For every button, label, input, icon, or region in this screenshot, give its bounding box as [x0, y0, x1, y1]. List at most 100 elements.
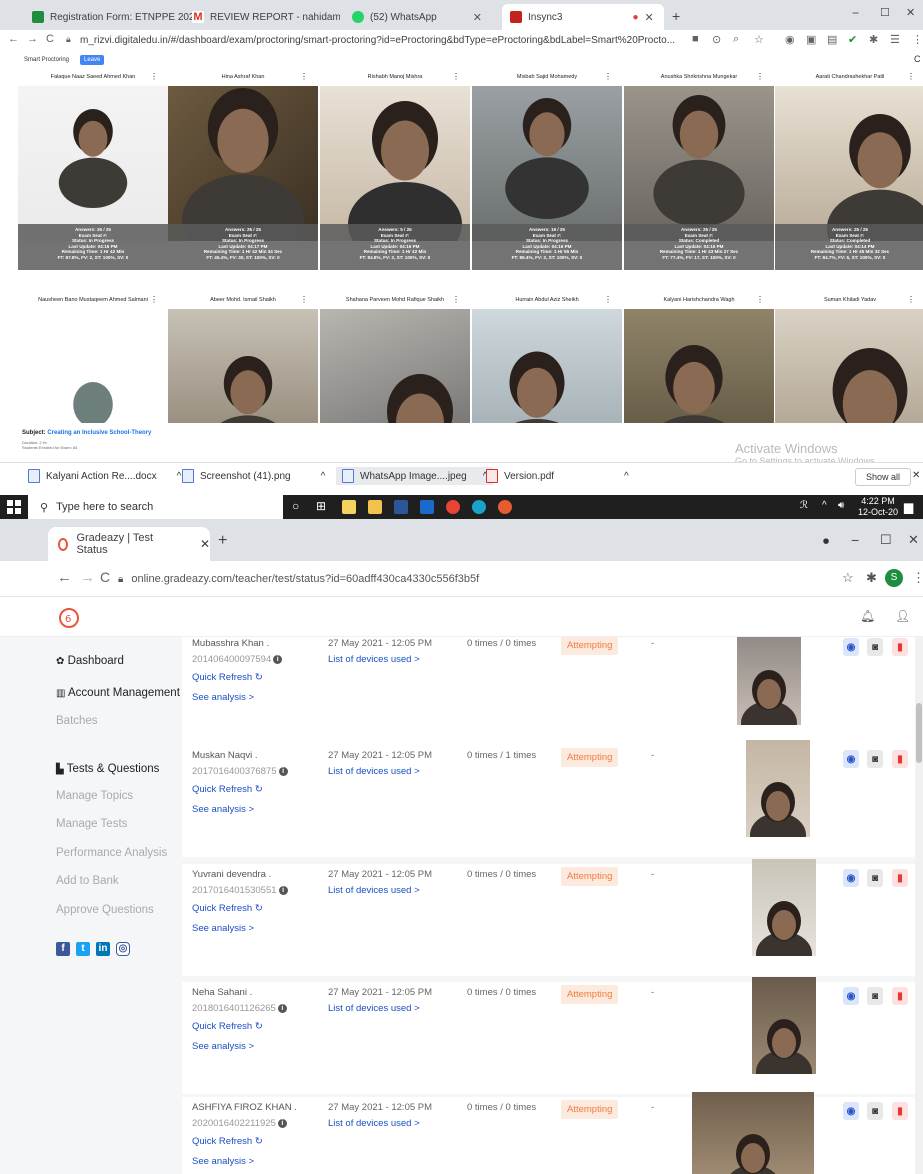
tile-menu-icon[interactable]: ⋮ — [756, 70, 764, 84]
sidebar-item-tests-questions[interactable]: ▙ Tests & Questions — [56, 763, 159, 775]
student-video-tile[interactable]: Hina Ashraf Khan ⋮ Answers: 25 / 25 Exam Se… — [168, 70, 318, 290]
download-item[interactable]: Kalyani Action Re....docx ^ — [28, 469, 181, 483]
tile-menu-icon[interactable]: ⋮ — [756, 293, 764, 307]
tile-menu-icon[interactable]: ⋮ — [907, 70, 915, 84]
maximize-button[interactable]: ☐ — [880, 6, 890, 19]
check-icon[interactable]: ✔ — [848, 33, 857, 46]
media-icon[interactable] — [498, 500, 512, 514]
reload-icon[interactable]: C — [46, 33, 54, 45]
task-view-icon[interactable]: ⊞ — [316, 499, 326, 513]
menu-icon[interactable]: ☰ — [890, 33, 900, 46]
file-explorer-icon[interactable] — [368, 500, 382, 514]
more-icon[interactable]: ⋮ — [912, 33, 923, 46]
view-button[interactable]: ◉ — [843, 987, 859, 1005]
download-item[interactable]: WhatsApp Image....jpeg ^ — [336, 467, 494, 485]
devices-link[interactable]: List of devices used > — [328, 885, 420, 896]
see-analysis-link[interactable]: See analysis > — [192, 1041, 254, 1052]
student-video-tile[interactable]: Nausheen Bano Mustaqeem Ahmed Salmani ⋮ — [18, 293, 168, 423]
back-icon[interactable]: ← — [57, 569, 72, 586]
devices-link[interactable]: List of devices used > — [328, 654, 420, 665]
tile-menu-icon[interactable]: ⋮ — [604, 293, 612, 307]
delete-button[interactable]: ▮ — [892, 750, 908, 768]
devices-link[interactable]: List of devices used > — [328, 1003, 420, 1014]
chevron-up-icon[interactable]: ^ — [624, 471, 629, 482]
star-icon[interactable]: ☆ — [754, 33, 764, 46]
student-video-tile[interactable]: Rishabh Manoj Mishra ⋮ Answers: 5 / 25 Exam… — [320, 70, 470, 290]
tile-menu-icon[interactable]: ⋮ — [604, 70, 612, 84]
sidebar-item-performance-analysis[interactable]: Performance Analysis — [56, 847, 167, 859]
student-video-tile[interactable]: Abeer Mohd. Ismail Shaikh ⋮ — [168, 293, 318, 423]
profile-avatar[interactable]: S — [885, 569, 903, 587]
maximize-button[interactable]: ☐ — [880, 532, 892, 548]
sidebar-item-dashboard[interactable]: ✿ Dashboard — [56, 655, 124, 667]
recording-icon[interactable]: ⏺ — [823, 534, 829, 549]
back-icon[interactable]: ← — [8, 33, 19, 45]
download-item[interactable]: Version.pdf ^ — [486, 469, 629, 483]
extension-icon[interactable]: ✱ — [866, 570, 877, 586]
camera-button[interactable]: ◙ — [867, 638, 883, 656]
refresh-icon[interactable]: C — [914, 54, 921, 64]
close-icon[interactable]: ✕ — [912, 470, 920, 481]
word-icon[interactable] — [394, 500, 408, 514]
instagram-icon[interactable]: ◎ — [116, 942, 130, 956]
student-snapshot[interactable] — [752, 859, 816, 956]
store-icon[interactable] — [342, 500, 356, 514]
sidebar-item-add-to-bank[interactable]: Add to Bank — [56, 875, 119, 887]
camera-button[interactable]: ◙ — [867, 869, 883, 887]
view-button[interactable]: ◉ — [843, 1102, 859, 1120]
student-video-tile[interactable]: Kalyani Harishchandra Wagh ⋮ — [624, 293, 774, 423]
student-snapshot[interactable] — [746, 740, 810, 837]
quick-refresh-link[interactable]: Quick Refresh ↻ — [192, 672, 263, 683]
tab-gradeazy[interactable]: Gradeazy | Test Status ✕ — [48, 527, 210, 561]
tab-review-report[interactable]: M REVIEW REPORT - nahidamandvi ✕ — [184, 4, 340, 30]
camera-icon[interactable]: ■ — [692, 33, 699, 45]
chevron-up-icon[interactable]: ^ — [321, 471, 326, 482]
sidebar-item-manage-topics[interactable]: Manage Topics — [56, 790, 133, 802]
student-snapshot[interactable] — [752, 977, 816, 1074]
new-tab-button[interactable]: + — [672, 8, 680, 24]
chrome-icon[interactable] — [446, 500, 460, 514]
student-snapshot[interactable] — [737, 637, 801, 725]
quick-refresh-link[interactable]: Quick Refresh ↻ — [192, 1021, 263, 1032]
sidebar-item-batches[interactable]: Batches — [56, 715, 98, 727]
windows-start-icon[interactable] — [7, 500, 21, 514]
tile-menu-icon[interactable]: ⋮ — [300, 70, 308, 84]
people-icon[interactable]: ℛ — [800, 500, 808, 511]
see-analysis-link[interactable]: See analysis > — [192, 804, 254, 815]
student-snapshot[interactable] — [692, 1092, 814, 1174]
download-item[interactable]: Screenshot (41).png ^ — [182, 469, 325, 483]
close-icon[interactable]: ✕ — [645, 11, 654, 24]
bell-icon[interactable]: 🔔︎ — [860, 609, 875, 623]
clock[interactable]: 4:22 PM 12-Oct-20 — [858, 496, 898, 518]
info-icon[interactable]: i — [278, 767, 288, 776]
see-analysis-link[interactable]: See analysis > — [192, 1156, 254, 1167]
camera-button[interactable]: ◙ — [867, 1102, 883, 1120]
tab-registration-form[interactable]: Registration Form: ETNPPE 2020 ✕ — [24, 4, 192, 30]
devices-link[interactable]: List of devices used > — [328, 766, 420, 777]
leave-button[interactable]: Leave — [80, 55, 105, 65]
tile-menu-icon[interactable]: ⋮ — [452, 70, 460, 84]
tab-whatsapp[interactable]: (52) WhatsApp ✕ — [344, 4, 500, 30]
student-video-tile[interactable]: Anushka Shrikrishna Mungekar ⋮ Answers: 25… — [624, 70, 774, 290]
tile-menu-icon[interactable]: ⋮ — [150, 293, 158, 307]
student-video-tile[interactable]: Aarati Chandrashekhar Patil ⋮ Answers: 25 … — [775, 70, 923, 290]
info-icon[interactable]: i — [273, 655, 283, 664]
info-icon[interactable]: i — [277, 1119, 287, 1128]
reload-icon[interactable]: C — [100, 569, 110, 585]
minimize-button[interactable]: − — [852, 6, 859, 20]
edge-icon[interactable] — [472, 500, 486, 514]
student-video-tile[interactable]: Falaque Naaz Saeed Ahmed Khan ⋮ Answers: 2… — [18, 70, 168, 290]
tab-insync[interactable]: Insync3 ● ✕ — [502, 4, 664, 30]
scrollbar[interactable] — [915, 637, 923, 1174]
cortana-icon[interactable]: ○ — [292, 499, 299, 513]
extension-icon[interactable]: ▤ — [827, 33, 837, 46]
delete-button[interactable]: ▮ — [892, 638, 908, 656]
see-analysis-link[interactable]: See analysis > — [192, 923, 254, 934]
photos-icon[interactable] — [420, 500, 434, 514]
url-text[interactable]: m_rizvi.digitaledu.in/#/dashboard/exam/p… — [80, 35, 685, 46]
extension-icon[interactable]: ▣ — [806, 33, 816, 46]
tile-menu-icon[interactable]: ⋮ — [150, 70, 158, 84]
student-video-tile[interactable]: Suman Khiladi Yadav ⋮ — [775, 293, 923, 423]
student-video-tile[interactable]: Misbah Sajid Mohamedy ⋮ Answers: 19 / 25 Ex… — [472, 70, 622, 290]
settings-icon[interactable]: ⊙ — [712, 33, 721, 46]
